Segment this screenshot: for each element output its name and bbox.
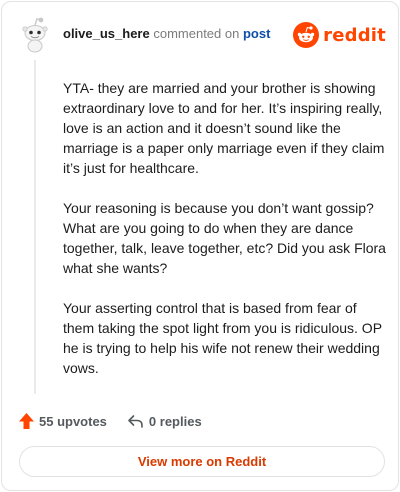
comment-body: YTA- they are married and your brother i… xyxy=(63,78,387,398)
post-link[interactable]: post xyxy=(243,26,270,41)
comment-byline: olive_us_here commented on post xyxy=(63,26,270,42)
commented-on-text: commented on xyxy=(153,26,240,41)
reply-count: 0 replies xyxy=(148,413,202,429)
comment-paragraph: Your reasoning is because you don’t want… xyxy=(63,200,386,276)
upvote-count: 55 upvotes xyxy=(39,413,107,429)
snoo-avatar-icon[interactable] xyxy=(18,16,52,54)
upvote-button[interactable]: 55 upvotes xyxy=(18,412,107,430)
reddit-wordmark: reddit xyxy=(323,24,386,46)
comment-paragraph: YTA- they are married and your brother i… xyxy=(63,80,385,176)
replies-button[interactable]: 0 replies xyxy=(127,413,202,429)
view-more-on-reddit-button[interactable]: View more on Reddit xyxy=(19,446,385,477)
thread-line xyxy=(34,60,36,394)
comment-header: olive_us_here commented on post reddit xyxy=(2,2,400,66)
upvote-arrow-icon xyxy=(19,413,34,429)
reddit-logo[interactable]: reddit xyxy=(293,22,386,48)
reply-arrow-icon xyxy=(128,415,143,428)
comment-paragraph: Your asserting control that is based fro… xyxy=(63,300,382,376)
comment-actions: 55 upvotes 0 replies xyxy=(18,410,202,432)
reddit-snoo-icon xyxy=(293,22,320,48)
reddit-comment-embed: olive_us_here commented on post reddit Y… xyxy=(1,1,399,491)
username-link[interactable]: olive_us_here xyxy=(63,26,150,41)
